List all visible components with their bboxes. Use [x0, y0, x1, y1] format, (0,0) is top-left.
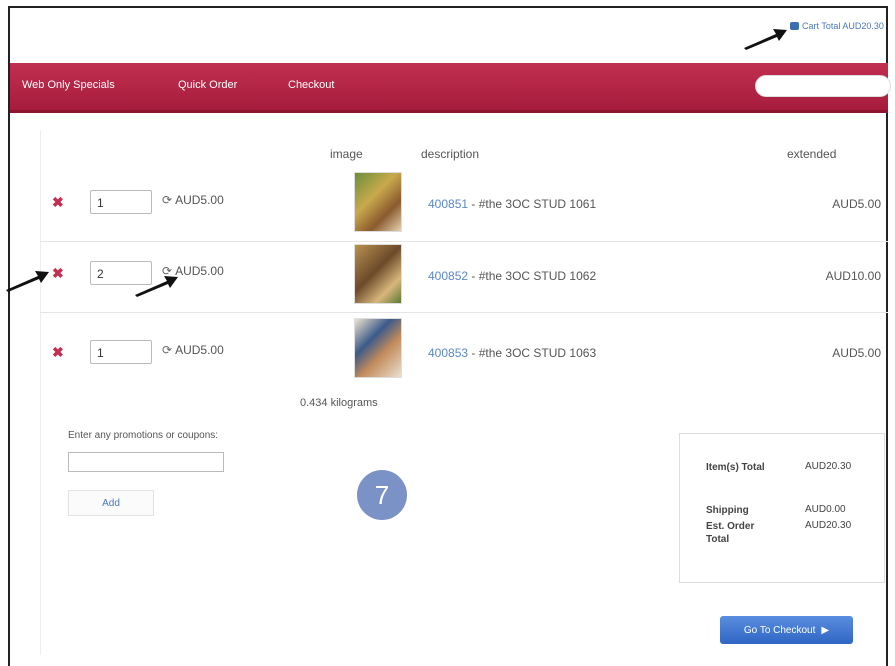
unit-price: ⟳ AUD5.00 [162, 343, 224, 357]
shipping-label: Shipping [706, 505, 749, 516]
main-nav: Web Only Specials Quick Order Checkout [10, 63, 891, 113]
product-name: - #the 3OC STUD 1063 [471, 346, 597, 360]
step-number-badge: 7 [357, 470, 407, 520]
column-header-image: image [330, 147, 363, 161]
nav-quick-order[interactable]: Quick Order [178, 79, 237, 91]
product-description: 400853 - #the 3OC STUD 1063 [428, 346, 596, 360]
quantity-input[interactable]: 1 [90, 340, 152, 364]
quantity-input[interactable]: 1 [90, 190, 152, 214]
product-name: - #the 3OC STUD 1062 [471, 269, 597, 283]
extended-price: AUD10.00 [825, 269, 881, 283]
go-to-checkout-button[interactable]: Go To Checkout ▶ [720, 616, 853, 644]
product-image[interactable] [354, 244, 402, 304]
promo-code-input[interactable] [68, 452, 224, 472]
row-divider [40, 241, 888, 242]
promo-label: Enter any promotions or coupons: [68, 430, 219, 441]
est-total-value: AUD20.30 [805, 520, 852, 531]
play-arrow-icon: ▶ [821, 624, 830, 636]
checkout-button-label: Go To Checkout [743, 624, 816, 636]
add-promo-button[interactable]: Add [68, 490, 154, 516]
annotation-arrow-icon [135, 276, 178, 297]
search-input[interactable] [755, 75, 891, 97]
extended-price: AUD5.00 [832, 346, 881, 360]
extended-price: AUD5.00 [832, 197, 881, 211]
annotation-arrow-icon [6, 271, 49, 292]
refresh-icon[interactable]: ⟳ [162, 343, 172, 357]
est-total-label: Est. Order Total [706, 521, 755, 545]
remove-item-icon[interactable]: ✖ [52, 266, 64, 280]
column-header-description: description [421, 147, 480, 161]
order-summary: Item(s) Total AUD20.30 Shipping AUD0.00 … [679, 433, 885, 583]
cart-total-link[interactable]: Cart Total AUD20.30 [790, 21, 884, 31]
item-total-value: AUD20.30 [805, 461, 852, 472]
unit-price-value: AUD5.00 [175, 193, 224, 207]
product-sku-link[interactable]: 400852 [428, 269, 468, 283]
nav-web-only-specials[interactable]: Web Only Specials [22, 79, 115, 91]
row-divider [40, 312, 888, 313]
product-sku-link[interactable]: 400853 [428, 346, 468, 360]
shipping-value: AUD0.00 [805, 504, 846, 515]
remove-item-icon[interactable]: ✖ [52, 345, 64, 359]
item-total-label: Item(s) Total [706, 462, 765, 473]
unit-price: ⟳ AUD5.00 [162, 193, 224, 207]
refresh-icon[interactable]: ⟳ [162, 193, 172, 207]
column-header-extended: extended [787, 147, 837, 161]
nav-checkout[interactable]: Checkout [288, 79, 334, 91]
unit-price-value: AUD5.00 [175, 343, 224, 357]
product-image[interactable] [354, 172, 402, 232]
cart-total-text: Cart Total AUD20.30 [802, 21, 884, 31]
product-description: 400851 - #the 3OC STUD 1061 [428, 197, 596, 211]
remove-item-icon[interactable]: ✖ [52, 195, 64, 209]
product-name: - #the 3OC STUD 1061 [471, 197, 597, 211]
product-description: 400852 - #the 3OC STUD 1062 [428, 269, 596, 283]
total-weight: 0.434 kilograms [300, 397, 378, 409]
cart-icon [790, 22, 799, 30]
unit-price-value: AUD5.00 [175, 264, 224, 278]
annotation-arrow-icon [744, 29, 787, 50]
product-sku-link[interactable]: 400851 [428, 197, 468, 211]
product-image[interactable] [354, 318, 402, 378]
